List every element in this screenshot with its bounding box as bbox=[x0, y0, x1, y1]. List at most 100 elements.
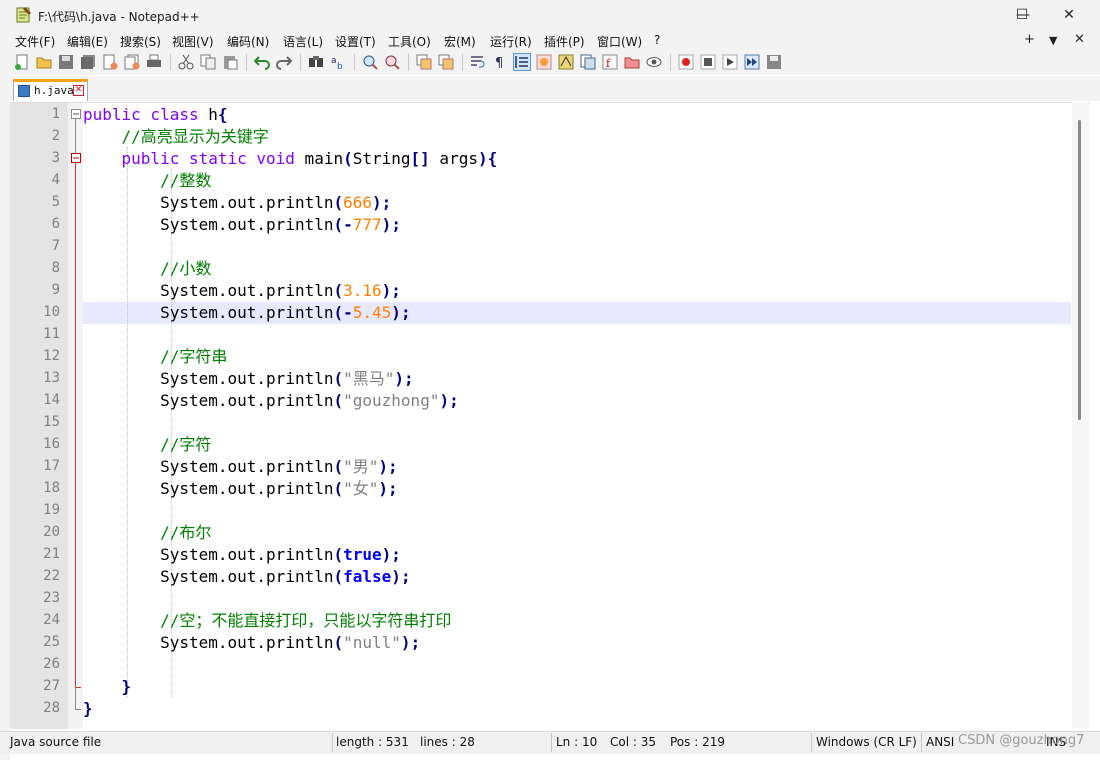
status-separator bbox=[921, 733, 922, 752]
svg-text:¶: ¶ bbox=[495, 56, 503, 70]
paste-icon[interactable] bbox=[222, 54, 238, 70]
code-editor[interactable]: 1 2 3 4 5 6 7 8 9 10 11 12 13 14 15 16 17 18 19 20 21 22 23 24 2… bbox=[10, 102, 1090, 729]
menu-help[interactable]: ? bbox=[654, 33, 660, 47]
new-tab-plus-icon[interactable]: + bbox=[1024, 32, 1035, 47]
menu-window[interactable]: 窗口(W) bbox=[597, 33, 642, 50]
function-list-icon[interactable]: f bbox=[602, 54, 618, 70]
menu-macro[interactable]: 宏(M) bbox=[444, 33, 476, 50]
code-line-1: public class h{ bbox=[83, 105, 228, 124]
word-wrap-icon[interactable] bbox=[470, 54, 486, 70]
fold-collapse-icon[interactable] bbox=[71, 153, 81, 163]
user-defined-language-icon[interactable] bbox=[536, 54, 552, 70]
code-line-4: //整数 bbox=[160, 171, 212, 190]
zoom-out-icon[interactable] bbox=[384, 54, 400, 70]
close-icon: ✕ bbox=[1063, 7, 1075, 23]
menu-file[interactable]: 文件(F) bbox=[15, 33, 55, 50]
replace-icon[interactable]: ab bbox=[330, 54, 346, 70]
line-number: 23 bbox=[43, 590, 60, 606]
find-icon[interactable] bbox=[308, 54, 324, 70]
fold-line bbox=[75, 119, 76, 153]
tab-close-icon[interactable]: ✕ bbox=[73, 85, 84, 96]
code-line-2: //高亮显示为关键字 bbox=[121, 127, 269, 146]
show-all-characters-icon[interactable]: ¶ bbox=[492, 54, 508, 70]
status-file-type: Java source file bbox=[10, 735, 102, 749]
menu-tools[interactable]: 工具(O) bbox=[388, 33, 431, 50]
close-window-button[interactable]: ✕ bbox=[1046, 0, 1092, 30]
monitoring-icon[interactable] bbox=[646, 54, 662, 70]
line-number: 4 bbox=[51, 172, 60, 188]
close-document-icon[interactable]: ✕ bbox=[1074, 32, 1085, 47]
line-number: 11 bbox=[43, 326, 60, 342]
copy-icon[interactable] bbox=[200, 54, 216, 70]
toolbar-separator bbox=[170, 54, 171, 71]
toolbar-separator bbox=[408, 54, 409, 71]
new-file-icon[interactable] bbox=[14, 54, 30, 70]
run-macro-multiple-icon[interactable] bbox=[744, 54, 760, 70]
record-macro-icon[interactable] bbox=[678, 54, 694, 70]
folder-workspace-icon[interactable] bbox=[624, 54, 640, 70]
svg-text:b: b bbox=[337, 62, 343, 70]
code-line-6: System.out.println(-777); bbox=[160, 215, 401, 234]
sync-vertical-icon[interactable] bbox=[416, 54, 432, 70]
code-line-10: System.out.println(-5.45); bbox=[160, 303, 411, 322]
save-all-icon[interactable] bbox=[80, 54, 96, 70]
status-eol[interactable]: Windows (CR LF) bbox=[816, 735, 917, 749]
print-icon[interactable] bbox=[146, 54, 162, 70]
close-file-icon[interactable] bbox=[102, 54, 118, 70]
code-line-27: } bbox=[121, 677, 132, 696]
play-macro-icon[interactable] bbox=[722, 54, 738, 70]
indent-guide-icon[interactable] bbox=[513, 53, 531, 71]
scrollbar-thumb[interactable] bbox=[1078, 120, 1081, 420]
status-separator bbox=[332, 733, 333, 752]
status-line-number: Ln : 10 bbox=[556, 735, 598, 749]
menu-search[interactable]: 搜索(S) bbox=[120, 33, 161, 50]
redo-icon[interactable] bbox=[276, 54, 292, 70]
code-line-21: System.out.println(true); bbox=[160, 545, 401, 564]
menu-language[interactable]: 语言(L) bbox=[283, 33, 323, 50]
document-map-icon[interactable] bbox=[558, 54, 574, 70]
save-icon[interactable] bbox=[58, 54, 74, 70]
line-number: 28 bbox=[43, 700, 60, 716]
line-number: 2 bbox=[51, 128, 60, 144]
document-list-icon[interactable] bbox=[580, 54, 596, 70]
fold-collapse-icon[interactable] bbox=[71, 109, 81, 119]
fold-margin[interactable] bbox=[68, 103, 83, 729]
menu-settings[interactable]: 设置(T) bbox=[335, 33, 376, 50]
tab-h-java[interactable]: h.java ✕ bbox=[13, 79, 88, 101]
code-line-20: //布尔 bbox=[160, 523, 212, 542]
menu-plugins[interactable]: 插件(P) bbox=[544, 33, 585, 50]
menu-view[interactable]: 视图(V) bbox=[172, 33, 214, 50]
menu-encoding[interactable]: 编码(N) bbox=[227, 33, 269, 50]
cut-icon[interactable] bbox=[178, 54, 194, 70]
code-line-16: //字符 bbox=[160, 435, 212, 454]
menu-run[interactable]: 运行(R) bbox=[490, 33, 532, 50]
code-line-14: System.out.println("gouzhong"); bbox=[160, 391, 459, 410]
line-number: 12 bbox=[43, 348, 60, 364]
code-line-24: //空；不能直接打印，只能以字符串打印 bbox=[160, 611, 452, 630]
stop-macro-icon[interactable] bbox=[700, 54, 716, 70]
vertical-scrollbar[interactable] bbox=[1072, 102, 1089, 728]
zoom-in-icon[interactable] bbox=[362, 54, 378, 70]
open-file-icon[interactable] bbox=[36, 54, 52, 70]
line-number: 13 bbox=[43, 370, 60, 386]
line-number: 18 bbox=[43, 480, 60, 496]
code-line-9: System.out.println(3.16); bbox=[160, 281, 401, 300]
fold-line bbox=[75, 687, 76, 709]
tab-list-dropdown-icon[interactable]: ▼ bbox=[1049, 34, 1057, 47]
menu-edit[interactable]: 编辑(E) bbox=[67, 33, 108, 50]
minimize-button-2[interactable] bbox=[942, 0, 988, 30]
maximize-button[interactable]: ☐ bbox=[999, 0, 1045, 30]
undo-icon[interactable] bbox=[254, 54, 270, 70]
toolbar-separator bbox=[670, 54, 671, 71]
close-all-icon[interactable] bbox=[124, 54, 140, 70]
line-number: 15 bbox=[43, 414, 60, 430]
title-bar: F:\代码\h.java - Notepad++ — bbox=[10, 0, 1100, 30]
status-column: Col : 35 bbox=[610, 735, 656, 749]
status-separator bbox=[551, 733, 552, 752]
status-encoding[interactable]: ANSI bbox=[926, 735, 954, 749]
status-length: length : 531 bbox=[336, 735, 409, 749]
sync-horizontal-icon[interactable] bbox=[438, 54, 454, 70]
toolbar-separator bbox=[300, 54, 301, 71]
save-macro-icon[interactable] bbox=[766, 54, 782, 70]
line-number: 25 bbox=[43, 634, 60, 650]
